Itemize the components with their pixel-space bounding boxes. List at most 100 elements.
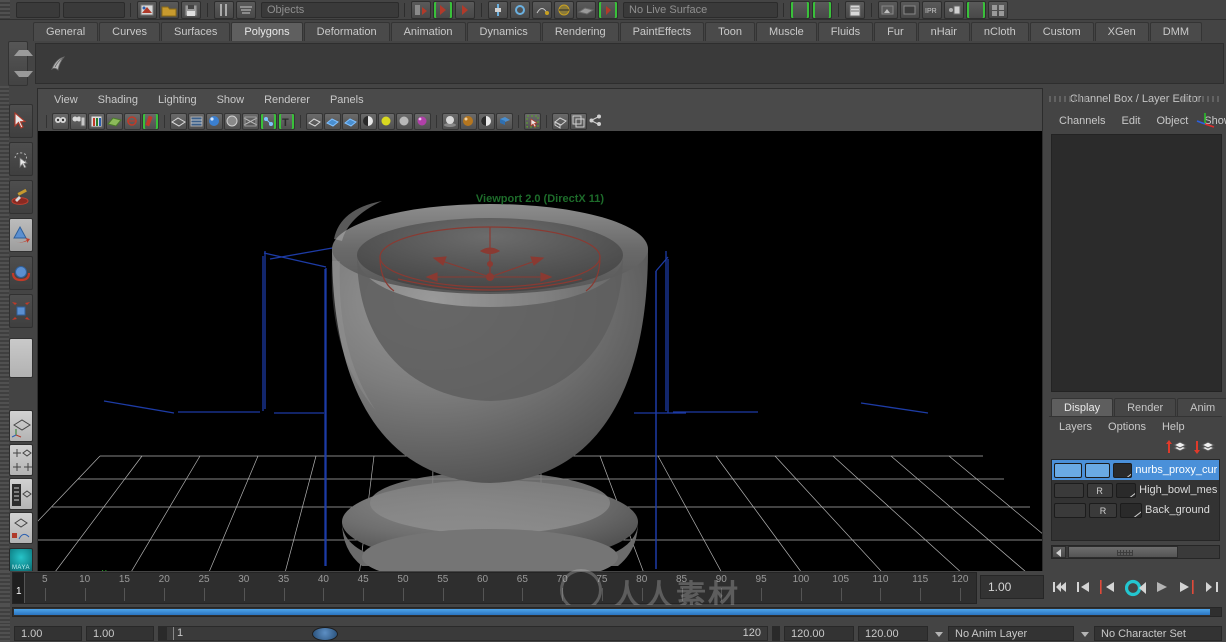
grease-pencil-icon[interactable] <box>142 112 159 130</box>
render-sequence-icon[interactable] <box>900 0 920 19</box>
occlusion-icon[interactable] <box>414 112 431 130</box>
layer-color-swatch[interactable] <box>1115 482 1137 498</box>
hardware-texture-icon[interactable] <box>188 112 205 130</box>
xray-joints-icon[interactable] <box>570 112 587 130</box>
live-surface-field[interactable]: No Live Surface <box>623 1 778 18</box>
move-layer-up-icon[interactable] <box>1166 439 1188 455</box>
toolbox-grip[interactable] <box>0 86 9 588</box>
snap-to-grid-icon[interactable] <box>488 0 508 19</box>
make-live-icon[interactable] <box>598 0 618 19</box>
select-by-component-icon[interactable] <box>455 0 475 19</box>
render-view-icon[interactable] <box>966 0 986 19</box>
shelf-tab-nhair[interactable]: nHair <box>917 22 970 41</box>
shadow-plane-icon[interactable] <box>442 112 459 130</box>
render-current-frame-icon[interactable] <box>878 0 898 19</box>
current-time-field[interactable]: 1.00 <box>980 575 1044 599</box>
scene-lights-icon[interactable] <box>342 112 359 130</box>
default-light-icon[interactable] <box>324 112 341 130</box>
snap-to-point-icon[interactable] <box>532 0 552 19</box>
viewport-menu-lighting[interactable]: Lighting <box>148 89 207 111</box>
hypershade-icon[interactable] <box>988 0 1008 19</box>
layer-playback-toggle[interactable]: R <box>1086 482 1113 498</box>
shelf-tab-general[interactable]: General <box>33 22 99 41</box>
outliner-persp-layout-button[interactable] <box>9 478 33 510</box>
play-forwards-button[interactable] <box>1154 579 1170 595</box>
display-layer-list[interactable]: nurbs_proxy_curve R High_bowl_mesh R Back_gr… <box>1051 459 1220 541</box>
panel-grip-left[interactable] <box>1049 96 1089 102</box>
camera-attributes-icon[interactable] <box>70 112 87 130</box>
time-slider-grip[interactable] <box>0 571 10 605</box>
go-to-start-button[interactable] <box>1052 579 1068 595</box>
ambient-light-icon[interactable] <box>396 112 413 130</box>
four-pane-layout-button[interactable] <box>9 444 33 476</box>
joint-xray-icon[interactable] <box>260 112 277 130</box>
scroll-left-button[interactable] <box>1052 546 1066 558</box>
panel-grip-right[interactable] <box>1182 96 1222 102</box>
layer-row[interactable]: R High_bowl_mesh <box>1052 480 1219 500</box>
snap-to-view-plane-icon[interactable] <box>554 0 574 19</box>
layer-editor-menu-options[interactable]: Options <box>1100 417 1154 437</box>
bottom-bar-grip[interactable] <box>0 624 10 642</box>
shelf-tab-deformation[interactable]: Deformation <box>303 22 390 41</box>
shelf-scroll-control[interactable] <box>8 41 33 86</box>
layer-color-swatch[interactable] <box>1112 462 1133 478</box>
selection-mode-label[interactable]: Objects <box>261 1 399 18</box>
layer-editor-tab-display[interactable]: Display <box>1051 398 1114 416</box>
anim-layer-field[interactable]: No Anim Layer <box>948 625 1074 641</box>
channel-box-icon[interactable] <box>845 0 865 19</box>
shadows-icon[interactable] <box>360 112 377 130</box>
share-view-icon[interactable] <box>588 113 605 130</box>
range-slider-track[interactable] <box>12 607 1222 617</box>
selection-mode-menu[interactable] <box>16 1 60 18</box>
tool-settings-slot[interactable] <box>9 338 33 378</box>
select-tool[interactable] <box>9 104 33 138</box>
layer-row[interactable]: nurbs_proxy_curve <box>1052 460 1219 480</box>
viewport-menu-renderer[interactable]: Renderer <box>254 89 320 111</box>
step-back-key-button[interactable] <box>1098 579 1118 595</box>
bookmark-icon[interactable] <box>88 112 105 130</box>
layer-editor-tab-render[interactable]: Render <box>1114 398 1177 416</box>
new-scene-icon[interactable] <box>137 0 157 19</box>
shelf-tab-xgen[interactable]: XGen <box>1094 22 1149 41</box>
attribute-editor-icon[interactable] <box>790 0 810 19</box>
all-lights-icon[interactable] <box>306 112 323 130</box>
construction-plane-icon[interactable] <box>576 0 596 19</box>
channel-box-attribute-list[interactable] <box>1051 134 1222 392</box>
shelf-tab-dmm[interactable]: DMM <box>1149 22 1203 41</box>
layer-list-scrollbar[interactable] <box>1051 545 1220 559</box>
shelf-tab-polygons[interactable]: Polygons <box>231 22 303 41</box>
playback-range-track[interactable]: 1 120 <box>166 625 768 641</box>
step-forward-key-button[interactable] <box>1177 579 1197 595</box>
gamma-icon[interactable] <box>460 112 477 130</box>
texture-toggle-icon[interactable]: T <box>278 112 295 130</box>
total-end-field[interactable]: 120.00 <box>858 625 928 641</box>
shelf-tab-muscle[interactable]: Muscle <box>755 22 817 41</box>
isolate-select-icon[interactable] <box>524 112 541 130</box>
shelf-tab-curves[interactable]: Curves <box>99 22 160 41</box>
time-slider-track[interactable]: 1 5 10 15 20 25 30 35 40 45 50 55 60 65 70 75 80 85 90 95 1… <box>12 572 977 604</box>
shelf-tab-custom[interactable]: Custom <box>1029 22 1094 41</box>
viewport-menu-panels[interactable]: Panels <box>320 89 374 111</box>
shelf-tab-painteffects[interactable]: PaintEffects <box>619 22 705 41</box>
viewport-menu-view[interactable]: View <box>44 89 88 111</box>
shaded-mode-icon[interactable] <box>224 112 241 130</box>
select-by-hierarchy-icon[interactable] <box>411 0 431 19</box>
step-back-frame-button[interactable] <box>1075 579 1091 595</box>
persp-graph-layout-button[interactable] <box>9 512 33 544</box>
channel-box-menu-object[interactable]: Object <box>1148 110 1196 132</box>
layer-editor-menu-layers[interactable]: Layers <box>1051 417 1100 437</box>
character-set-dropdown-icon[interactable] <box>1078 626 1092 641</box>
xray-mode-icon[interactable] <box>552 112 569 130</box>
paint-effects-brush-icon[interactable] <box>44 49 74 79</box>
playback-speed-dial[interactable] <box>312 627 338 641</box>
layer-playback-toggle[interactable]: R <box>1089 502 1117 518</box>
range-slider-fill[interactable] <box>14 609 1210 615</box>
image-plane-icon[interactable] <box>106 112 123 130</box>
layer-row[interactable]: R Back_ground <box>1052 500 1219 520</box>
play-backwards-button[interactable] <box>1124 579 1147 597</box>
snap-list-icon[interactable] <box>236 0 256 19</box>
current-time-indicator[interactable]: 1 <box>13 573 25 603</box>
select-by-object-icon[interactable] <box>433 0 453 19</box>
lasso-tool[interactable] <box>9 142 33 176</box>
range-start-field[interactable]: 1.00 <box>14 625 82 641</box>
